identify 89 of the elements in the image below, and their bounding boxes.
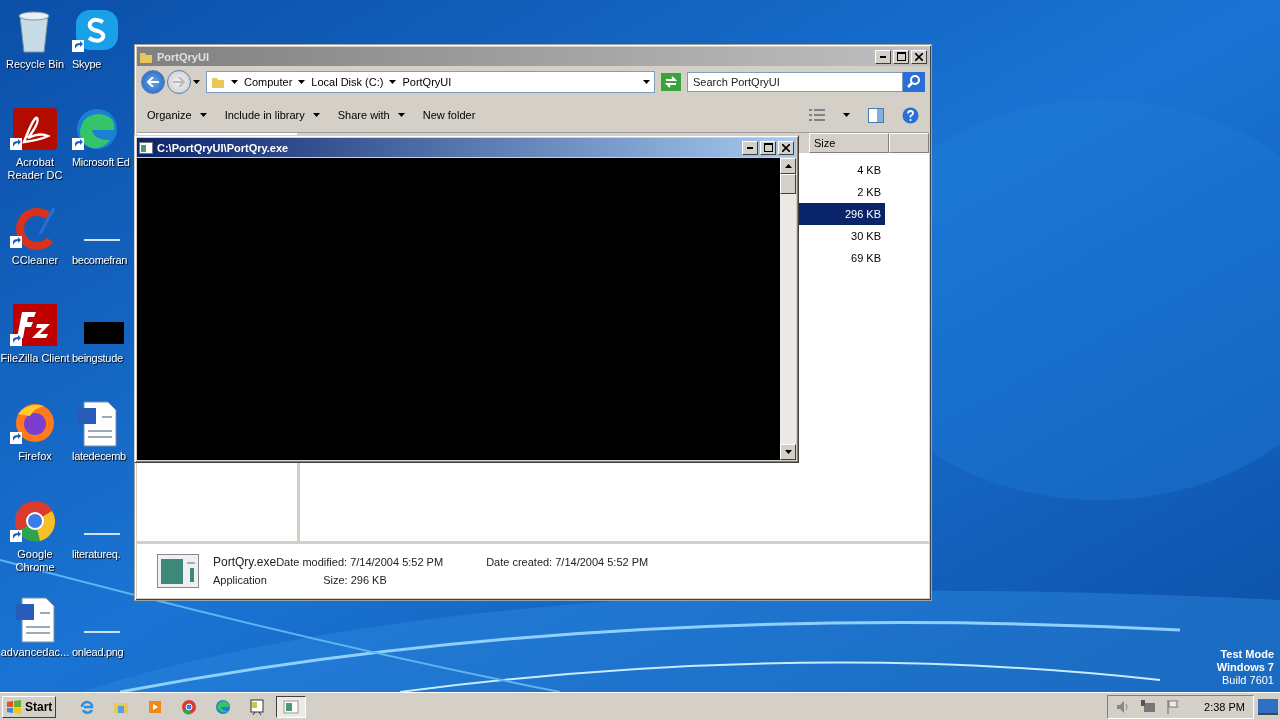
desktop-icon-label[interactable]: Recycle Bin — [0, 58, 70, 71]
search-field[interactable]: Search PortQryUI — [687, 72, 903, 92]
forward-arrow-icon — [173, 77, 185, 87]
column-header[interactable] — [889, 133, 929, 153]
minimize-button[interactable] — [742, 140, 758, 155]
application-icon — [157, 554, 199, 588]
os-info-text: Test Mode — [1220, 648, 1274, 661]
minimize-button[interactable] — [875, 49, 891, 64]
down-arrow-icon — [784, 450, 792, 454]
chrome-icon — [180, 697, 199, 716]
windows-logo-icon — [6, 699, 22, 714]
maximize-button[interactable] — [893, 49, 909, 64]
caret-icon — [389, 80, 397, 84]
close-icon — [782, 143, 790, 152]
caret-icon — [397, 113, 405, 117]
toolbar-button[interactable]: Share with — [337, 109, 405, 121]
clock[interactable]: 2:38 PM — [1204, 700, 1245, 713]
window-title: C:\PortQryUI\PortQry.exe — [157, 141, 290, 154]
size-cell[interactable]: 30 KB — [799, 225, 885, 247]
caret-icon — [193, 80, 200, 84]
breadcrumb-item[interactable]: Local Disk (C:) — [311, 76, 384, 88]
desktop-icon-label[interactable]: Firefox — [0, 450, 70, 463]
size-cell[interactable]: 69 KB — [799, 247, 885, 269]
speaker-icon[interactable] — [1116, 699, 1131, 714]
close-button[interactable] — [911, 49, 927, 64]
back-button[interactable] — [141, 70, 165, 94]
toolbar-button[interactable]: Include in library — [224, 109, 320, 121]
desktop-icon-label[interactable]: Google Chrome — [0, 548, 70, 574]
detail-text: Date created: 7/14/2004 5:52 PM — [486, 556, 649, 568]
desktop-icon-label[interactable]: becomefran — [72, 254, 128, 267]
size-cell[interactable]: 4 KB — [799, 159, 885, 181]
minimize-icon — [880, 55, 886, 58]
close-icon — [915, 52, 923, 61]
caret-icon — [843, 113, 850, 117]
refresh-icon[interactable] — [661, 73, 681, 91]
scrollbar[interactable] — [780, 158, 796, 460]
start-button[interactable]: Start — [2, 695, 57, 718]
toolbar-button[interactable]: New folder — [422, 109, 476, 121]
desktop-icon-label[interactable]: advancedac... — [0, 646, 70, 659]
show-desktop-icon[interactable] — [1258, 698, 1278, 715]
toolbar-button[interactable]: Organize — [147, 109, 207, 121]
folder-icon — [211, 75, 225, 89]
os-info-text: Build 7601 — [1222, 674, 1274, 687]
caret-icon — [643, 80, 650, 84]
desktop-icon-label[interactable]: CCleaner — [0, 254, 70, 267]
image-thumbnail-icon — [84, 322, 124, 344]
maximize-icon — [763, 143, 773, 152]
column-header[interactable]: Size — [809, 133, 889, 153]
minimize-icon — [747, 146, 753, 149]
desktop-icon-label[interactable]: beingstude — [72, 352, 123, 365]
desktop-icon-label[interactable]: literatureq. — [72, 548, 121, 561]
desktop-icon-label[interactable]: latedecemb — [72, 450, 126, 463]
view-icon[interactable] — [809, 109, 825, 121]
caret-icon — [199, 113, 207, 117]
file-name: PortQry.exe — [213, 555, 277, 569]
forward-button[interactable] — [167, 70, 191, 94]
console-icon — [139, 141, 153, 154]
window-title: PortQryUI — [157, 50, 210, 63]
flag-icon[interactable] — [1166, 699, 1181, 714]
breadcrumb-item[interactable]: PortQryUI — [402, 76, 452, 88]
address-bar[interactable]: Computer Local Disk (C:) PortQryUI — [206, 71, 655, 93]
window-icon — [282, 697, 301, 716]
desktop-icon-label[interactable]: Skype — [72, 58, 102, 71]
desktop-icon-label[interactable]: Microsoft Ed — [72, 156, 130, 169]
detail-text: Size: 296 KB — [322, 574, 388, 586]
detail-text: Date modified: 7/14/2004 5:52 PM — [276, 556, 445, 568]
back-arrow-icon — [147, 77, 159, 87]
size-cell[interactable]: 296 KB — [799, 203, 885, 225]
file-type: Application — [213, 574, 268, 586]
search-icon[interactable] — [903, 72, 925, 92]
close-button[interactable] — [778, 140, 794, 155]
desktop-icon-label[interactable]: Acrobat Reader DC — [0, 156, 70, 182]
caret-icon — [312, 113, 320, 117]
taskbar-button[interactable] — [276, 695, 307, 718]
up-arrow-icon — [784, 164, 792, 168]
caret-icon — [231, 80, 238, 84]
os-info-text: Windows 7 — [1216, 661, 1274, 674]
desktop-icon-label[interactable]: FileZilla Client — [0, 352, 70, 365]
breadcrumb-item[interactable]: Computer — [244, 76, 293, 88]
edge-icon — [214, 697, 233, 716]
desktop-icon-label[interactable]: onlead.png — [72, 646, 124, 659]
help-icon[interactable] — [902, 106, 919, 124]
maximize-button[interactable] — [760, 140, 776, 155]
caret-icon — [298, 80, 306, 84]
preview-pane-icon[interactable] — [868, 107, 884, 123]
scrollbar-thumb[interactable] — [780, 174, 796, 194]
size-cell[interactable]: 2 KB — [799, 181, 885, 203]
maximize-icon — [896, 52, 906, 61]
network-icon[interactable] — [1140, 699, 1157, 714]
